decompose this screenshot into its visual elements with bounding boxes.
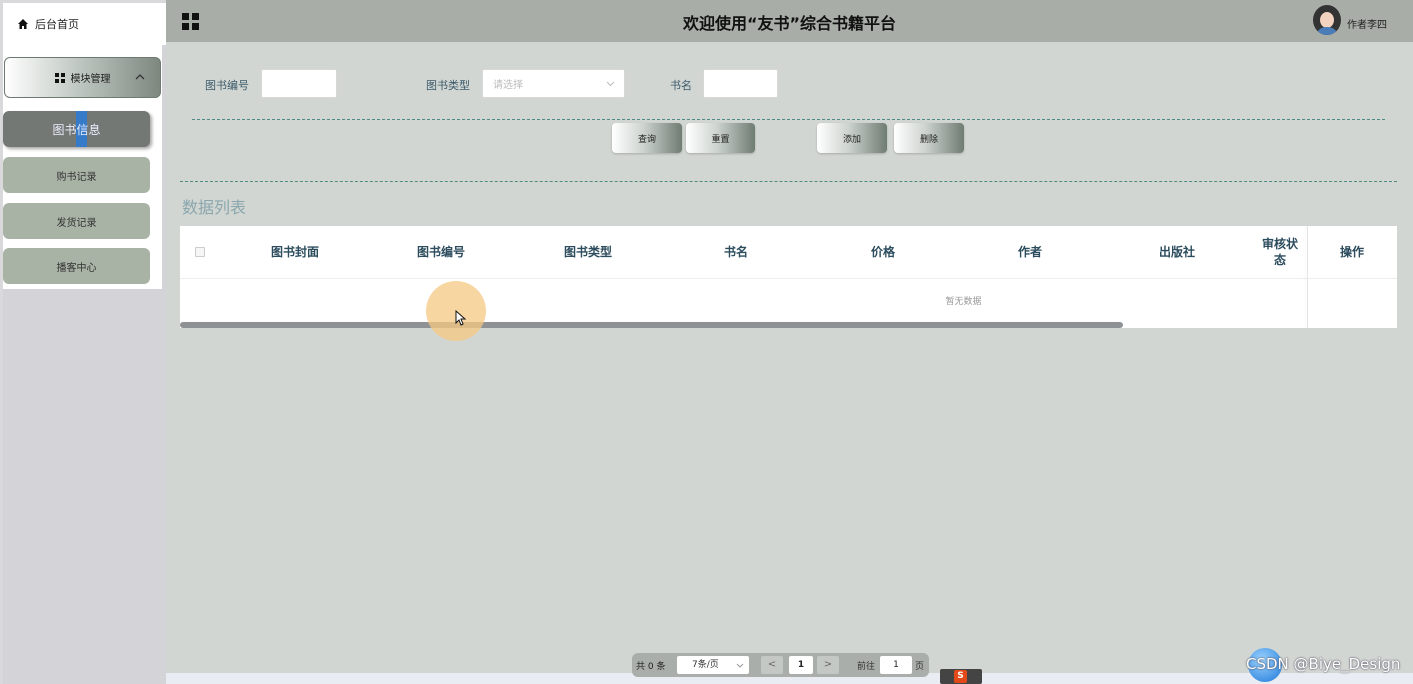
- page-title: 欢迎使用“友书”综合书籍平台: [682, 14, 897, 33]
- column-header: 图书类型: [563, 245, 612, 259]
- goto-page-input[interactable]: 1: [880, 656, 912, 674]
- horizontal-scrollbar[interactable]: [180, 322, 1123, 328]
- add-button[interactable]: 添加: [817, 123, 887, 153]
- page-size-select[interactable]: 7条/页: [677, 656, 749, 674]
- chevron-down-icon: [606, 81, 615, 87]
- fixed-column-divider: [1307, 226, 1308, 328]
- sidebar-item-label: 发货记录: [56, 217, 97, 229]
- book-no-label: 图书编号: [205, 79, 249, 92]
- page-suffix: 页: [915, 662, 925, 672]
- sidebar-item-book-info[interactable]: 图书信息: [3, 111, 150, 147]
- avatar-body: [1316, 27, 1338, 35]
- book-no-input[interactable]: [261, 69, 337, 98]
- sidebar-item-podcast-center[interactable]: 播客中心: [3, 248, 150, 284]
- book-name-input[interactable]: [703, 69, 778, 98]
- column-header: 出版社: [1158, 245, 1195, 259]
- top-header: 欢迎使用“友书”综合书籍平台 作者李四: [166, 0, 1413, 42]
- grid-icon: [54, 72, 65, 83]
- current-page[interactable]: 1: [789, 656, 813, 674]
- avatar-face: [1320, 12, 1334, 28]
- prev-page-button[interactable]: <: [761, 656, 783, 674]
- select-all-checkbox[interactable]: [195, 247, 205, 257]
- column-header: 图书封面: [270, 245, 319, 259]
- search-divider: [192, 119, 1385, 120]
- column-header: 作者: [1017, 245, 1042, 259]
- page-size-value: 7条/页: [692, 660, 719, 670]
- pagination: 共 0 条 7条/页 < 1 > 前往 1 页: [632, 653, 929, 677]
- main-content: 图书编号 图书类型 请选择 书名 查询 重置 添加 删除 数据列表 图书封面 图…: [166, 42, 1413, 673]
- delete-button[interactable]: 删除: [894, 123, 964, 153]
- sidebar-item-shipping-records[interactable]: 发货记录: [3, 203, 150, 239]
- avatar[interactable]: [1313, 5, 1341, 35]
- book-name-label: 书名: [670, 79, 692, 92]
- sidebar-item-label: 播客中心: [56, 262, 97, 274]
- goto-label: 前往: [857, 662, 876, 672]
- book-type-select[interactable]: 请选择: [482, 69, 625, 98]
- column-header: 书名: [723, 245, 748, 259]
- chevron-down-icon: [736, 663, 744, 668]
- column-header: 价格: [870, 245, 895, 259]
- book-type-label: 图书类型: [426, 79, 470, 92]
- ime-toolbar[interactable]: S: [940, 669, 982, 684]
- menu-panel: 模块管理 图书信息 购书记录 发货记录 播客中心: [3, 45, 162, 289]
- user-name[interactable]: 作者李四: [1347, 16, 1387, 31]
- sidebar-item-purchase-records[interactable]: 购书记录: [3, 157, 150, 193]
- total-count: 共 0 条: [636, 662, 666, 672]
- module-management-label: 模块管理: [70, 74, 111, 85]
- section-divider: [180, 181, 1397, 182]
- column-header: 图书编号: [416, 245, 465, 259]
- home-icon: [18, 19, 28, 29]
- column-header: 操作: [1339, 245, 1364, 259]
- reset-button[interactable]: 重置: [686, 123, 755, 153]
- sidebar-item-label: 图书信息: [52, 122, 101, 137]
- sogou-icon: S: [954, 670, 967, 683]
- chevron-up-icon: [135, 74, 145, 80]
- data-table: 图书封面 图书编号 图书类型 书名 价格 作者 出版社 审核状态 操作 暂无数据: [180, 226, 1397, 328]
- query-button[interactable]: 查询: [612, 123, 682, 153]
- empty-state-text: 暂无数据: [945, 297, 982, 307]
- sidebar-item-label: 购书记录: [56, 171, 97, 183]
- module-management-toggle[interactable]: 模块管理: [4, 57, 161, 98]
- column-header: 审核状态: [1261, 237, 1298, 267]
- data-list-title: 数据列表: [182, 198, 247, 217]
- next-page-button[interactable]: >: [817, 656, 839, 674]
- header-row-divider: [180, 278, 1397, 279]
- watermark-text: CSDN @Biye_Design: [1246, 655, 1401, 673]
- sidebar-home-link[interactable]: 后台首页: [3, 3, 166, 45]
- sidebar: 后台首页 模块管理 图书信息 购书记录 发货记录 播客中心: [3, 3, 166, 684]
- mouse-pointer-icon: [455, 310, 467, 326]
- home-label: 后台首页: [35, 18, 79, 31]
- book-type-placeholder: 请选择: [493, 80, 523, 91]
